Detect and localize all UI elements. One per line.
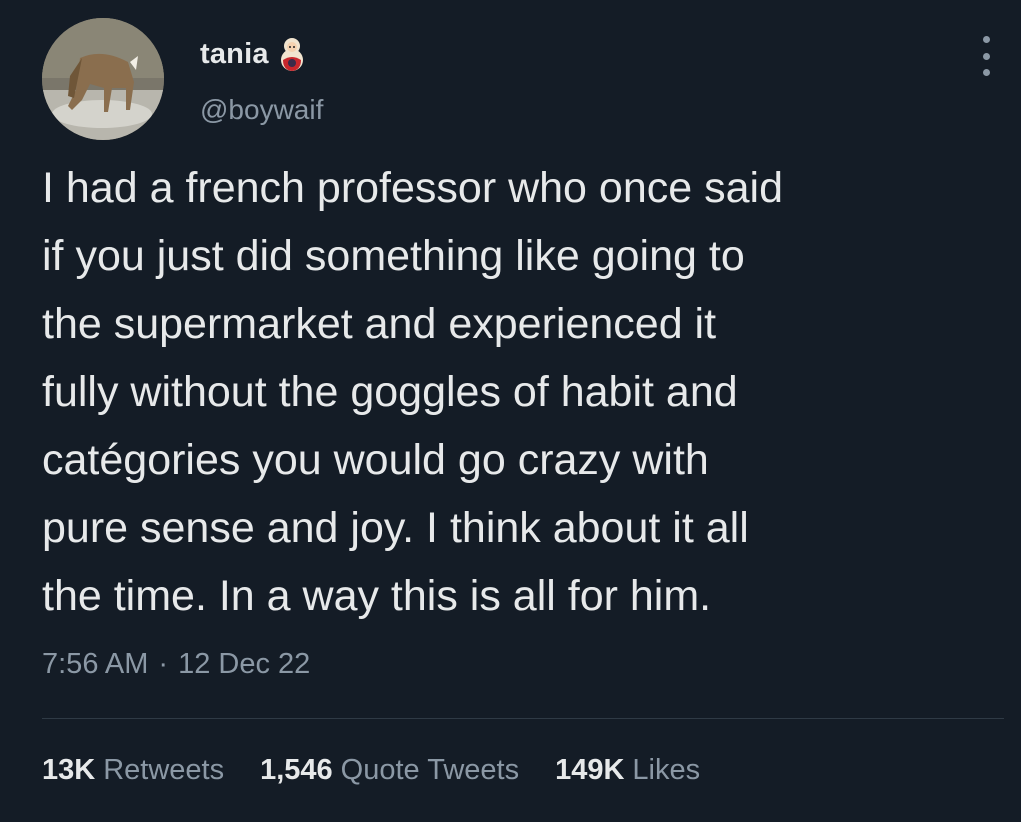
matryoshka-doll-emoji-icon [279,36,305,72]
tweet-stats: 13K Retweets 1,546 Quote Tweets 149K Lik… [42,754,700,787]
retweets-count: 13K [42,754,96,786]
more-dot [982,36,990,43]
author-handle[interactable]: @boywaif [200,94,323,126]
tweet-card: tania @boywaif I had a french professor … [0,0,1021,822]
tweet-text-line: pure sense and joy. I think about it all [42,504,749,552]
tweet-text: I had a french professor who once said i… [42,154,1002,630]
retweets-label: Retweets [103,754,225,786]
tweet-text-line: fully without the goggles of habit and [42,368,738,416]
timestamp-separator: · [158,648,169,680]
tweet-timestamp[interactable]: 7:56 AM · 12 Dec 22 [42,648,310,681]
deer-photo-avatar[interactable] [42,18,164,140]
tweet-text-line: the time. In a way this is all for him. [42,572,712,620]
likes-stat[interactable]: 149K Likes [555,754,700,787]
retweets-stat[interactable]: 13K Retweets [42,754,224,787]
divider [42,718,1004,719]
likes-label: Likes [632,754,701,786]
tweet-text-line: the supermarket and experienced it [42,300,717,348]
tweet-text-line: catégories you would go crazy with [42,436,709,484]
more-dot [982,52,990,60]
tweet-time: 7:56 AM [42,648,149,680]
quote-tweets-stat[interactable]: 1,546 Quote Tweets [260,754,519,787]
likes-count: 149K [555,754,625,786]
author-display-name[interactable]: tania [200,38,269,71]
more-vertical-icon[interactable] [974,36,998,76]
tweet-text-line: I had a french professor who once said [42,164,783,212]
tweet-text-line: if you just did something like going to [42,232,745,280]
tweet-date: 12 Dec 22 [178,648,311,680]
quote-tweets-count: 1,546 [260,754,333,786]
author-name-row: tania [200,36,305,72]
quote-tweets-label: Quote Tweets [340,754,520,786]
more-dot [982,69,990,76]
